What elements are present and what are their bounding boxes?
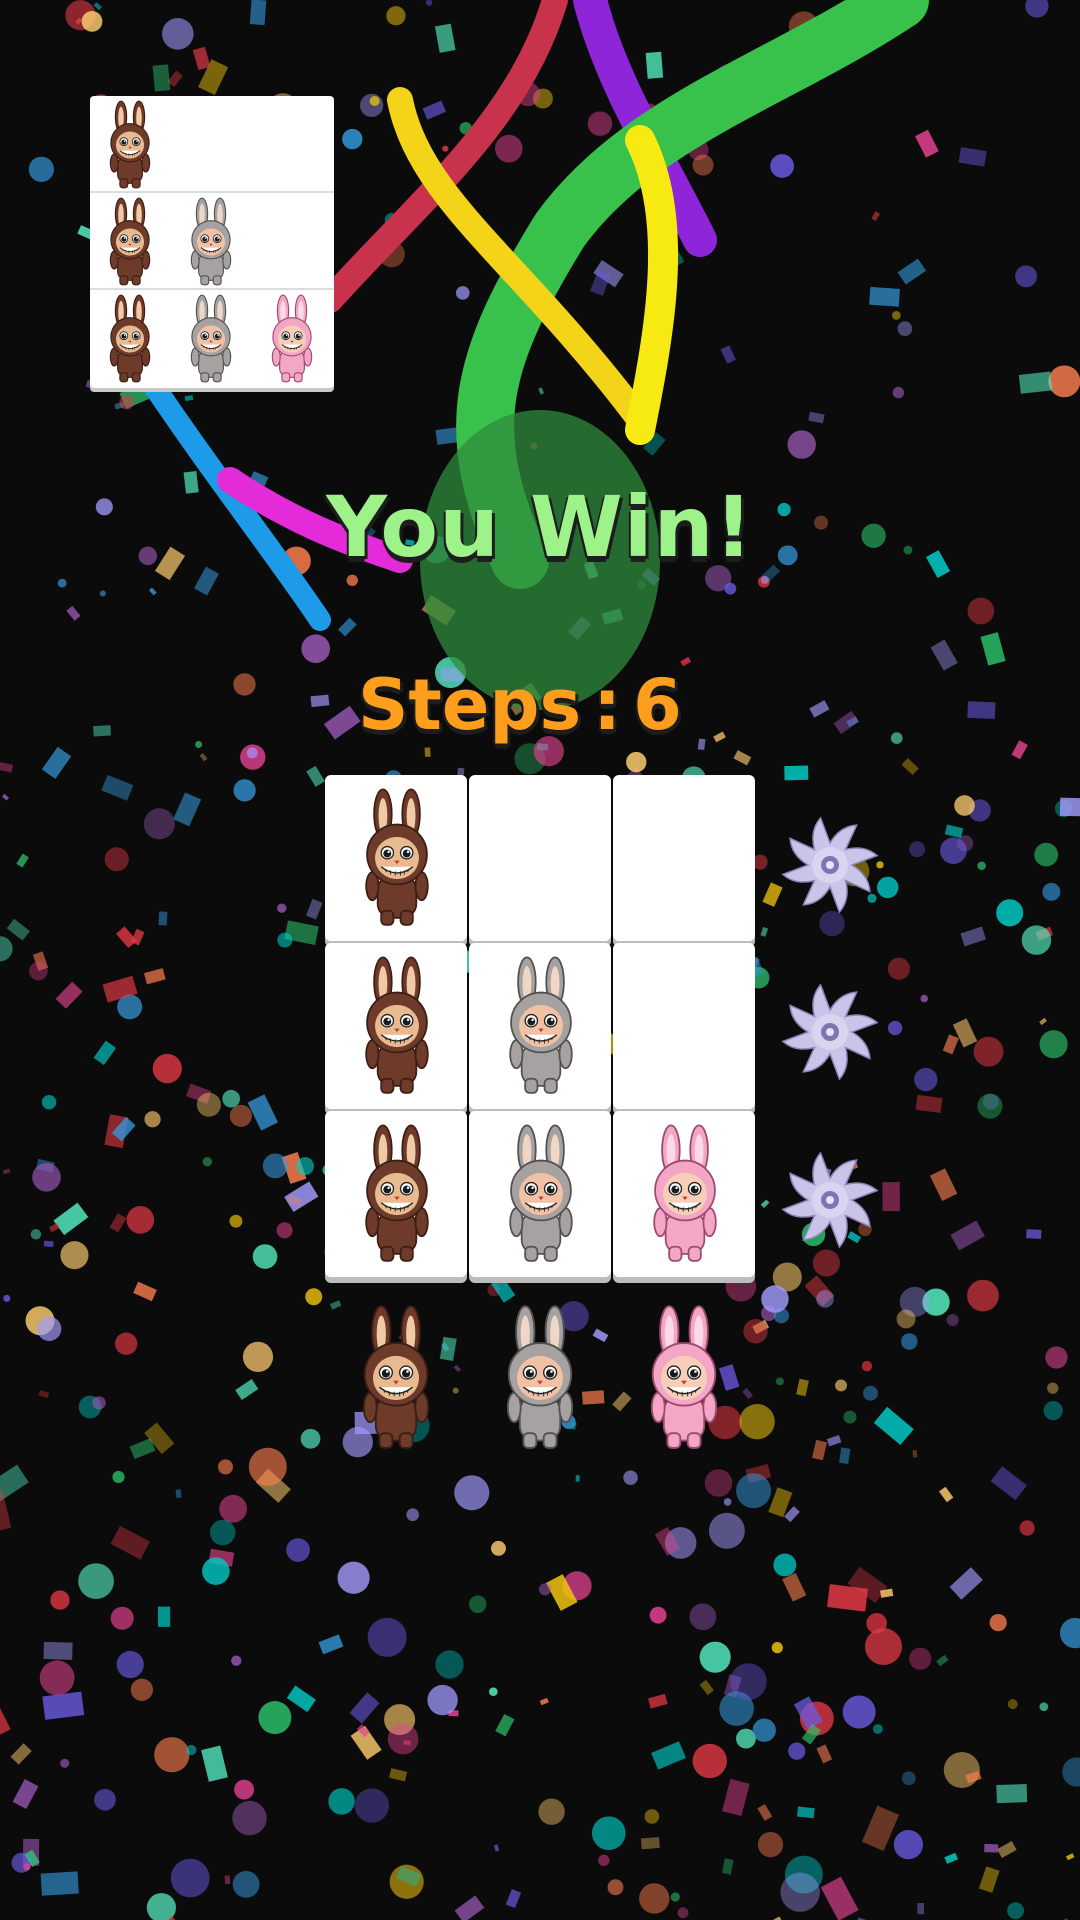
tray-character-gray[interactable] — [494, 1295, 586, 1465]
win-title: You Win! — [326, 478, 754, 576]
board-character-gray — [497, 1115, 585, 1277]
board-tile[interactable] — [613, 775, 755, 941]
board-character-brown — [353, 1115, 441, 1277]
board-tile[interactable] — [469, 943, 611, 1109]
pattern-character-brown — [100, 294, 160, 388]
board-character-brown — [353, 779, 441, 941]
saw-blade-icon[interactable] — [780, 815, 880, 915]
board-tile[interactable] — [469, 775, 611, 941]
board-character-gray — [497, 947, 585, 1109]
pattern-character-brown — [100, 197, 160, 291]
pattern-character-pink — [262, 294, 322, 388]
board-tile[interactable] — [613, 943, 755, 1109]
steps-value: 6 — [633, 664, 682, 746]
board-tile[interactable] — [469, 1111, 611, 1277]
pattern-character-gray — [181, 294, 241, 388]
board-tile[interactable] — [325, 775, 467, 941]
pattern-character-brown — [100, 100, 160, 194]
tray-character-pink[interactable] — [638, 1295, 730, 1465]
board-character-brown — [353, 947, 441, 1109]
board-tile[interactable] — [325, 1111, 467, 1277]
steps-label: Steps — [358, 664, 582, 746]
target-pattern-panel — [90, 96, 334, 388]
pattern-character-gray — [181, 197, 241, 291]
board-tile[interactable] — [325, 943, 467, 1109]
saw-blade-icon[interactable] — [780, 1150, 880, 1250]
steps-separator: : — [593, 664, 622, 746]
saw-blade-icon[interactable] — [780, 982, 880, 1082]
tray-character-brown[interactable] — [350, 1295, 442, 1465]
steps-counter: Steps:6 — [352, 664, 688, 746]
board-tile[interactable] — [613, 1111, 755, 1277]
board-character-pink — [641, 1115, 729, 1277]
